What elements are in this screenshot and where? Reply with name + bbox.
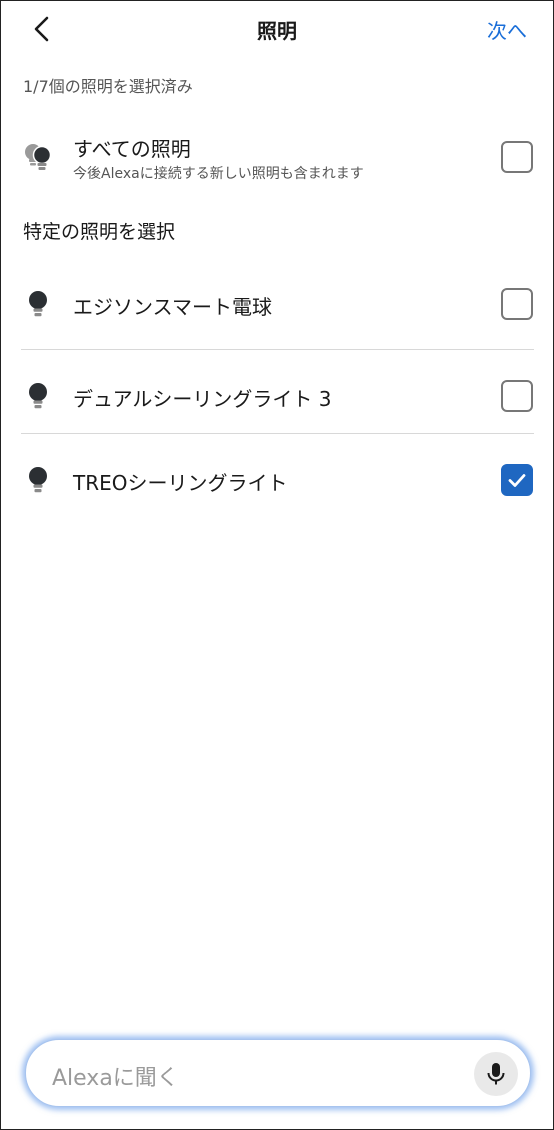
all-lights-checkbox[interactable] <box>501 141 533 173</box>
divider <box>21 349 534 350</box>
bulb-icon <box>23 381 53 419</box>
all-lights-row[interactable]: すべての照明 今後Alexaに接続する新しい照明も含まれます <box>21 131 533 187</box>
light-row[interactable]: TREOシーリングライト <box>21 461 533 501</box>
light-row[interactable]: エジソンスマート電球 <box>21 285 533 325</box>
bulb-icon <box>23 289 53 327</box>
all-lights-label: すべての照明 <box>73 137 191 161</box>
light-row[interactable]: デュアルシーリングライト 3 <box>21 377 533 417</box>
next-button[interactable]: 次へ <box>487 15 527 44</box>
selection-count: 1/7個の照明を選択済み <box>23 77 193 96</box>
light-label: デュアルシーリングライト 3 <box>73 387 332 411</box>
section-title: 特定の照明を選択 <box>23 221 176 243</box>
all-lights-description: 今後Alexaに接続する新しい照明も含まれます <box>73 166 364 182</box>
divider <box>21 433 534 434</box>
page-title: 照明 <box>257 19 297 43</box>
ask-input-placeholder[interactable]: Alexaに聞く <box>52 1060 179 1092</box>
multiple-bulbs-icon <box>23 141 53 179</box>
checkmark-icon <box>508 474 526 487</box>
microphone-icon <box>487 1063 505 1085</box>
light-checkbox-checked[interactable] <box>501 464 533 496</box>
light-label: TREOシーリングライト <box>73 471 288 495</box>
microphone-button[interactable] <box>474 1052 518 1096</box>
top-bar: 照明 次へ <box>1 1 553 57</box>
light-label: エジソンスマート電球 <box>73 295 272 319</box>
alexa-ask-bar[interactable]: Alexaに聞く <box>25 1039 531 1107</box>
bulb-icon <box>23 465 53 503</box>
light-checkbox[interactable] <box>501 288 533 320</box>
light-checkbox[interactable] <box>501 380 533 412</box>
